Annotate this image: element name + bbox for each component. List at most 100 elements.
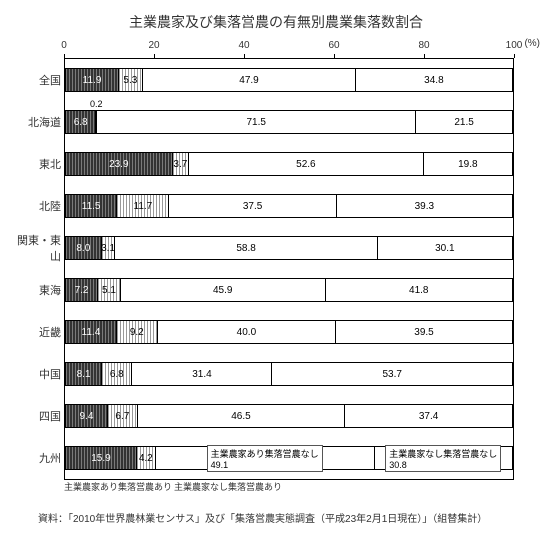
bar-segment: 5.1 [98, 279, 121, 301]
value-label: 37.5 [242, 201, 263, 212]
value-label: 5.1 [101, 285, 117, 296]
bar-segment: 11.9 [66, 69, 119, 91]
stacked-bar: 8.1 6.8 31.4 53.7 [65, 362, 513, 386]
row-label: 東北 [9, 156, 61, 172]
tick-label: 100 [506, 40, 523, 51]
value-label: 6.8 [109, 369, 125, 380]
bar-segment: 37.4 [345, 405, 512, 427]
value-label: 6.8 [73, 117, 89, 128]
stacked-bar: 8.0 3.1 58.8 30.1 [65, 236, 513, 260]
bar-segment: 6.7 [108, 405, 138, 427]
value-label: 11.5 [81, 201, 102, 212]
value-label: 71.5 [245, 117, 266, 128]
bar-segment: 3.7 [173, 153, 190, 175]
value-label: 6.7 [114, 411, 130, 422]
bar-segment: 34.8 [356, 69, 511, 91]
table-row: 九州15.94.2主業農家あり集落営農なし49.1主業農家なし集落営農なし30.… [65, 437, 513, 479]
bar-segment: 37.5 [169, 195, 336, 217]
bar-segment: 31.4 [132, 363, 272, 385]
value-label: 47.9 [238, 75, 259, 86]
value-label: 3.1 [100, 243, 116, 254]
row-label: 九州 [9, 450, 61, 466]
value-label: 主業農家あり集落営農なし49.1 [207, 445, 323, 472]
value-label: 主業農家なし集落営農なし30.8 [385, 445, 501, 472]
row-label: 四国 [9, 408, 61, 424]
bar-segment: 8.1 [66, 363, 102, 385]
value-label: 39.3 [414, 201, 435, 212]
value-label: 4.2 [138, 453, 154, 464]
tick-label: 60 [328, 40, 339, 51]
table-row: 中国8.16.831.453.7 [65, 353, 513, 395]
row-label: 全国 [9, 72, 61, 88]
stacked-bar: 11.9 5.3 47.9 34.8 [65, 68, 513, 92]
bar-segment: 5.3 [119, 69, 143, 91]
bar-segment: 21.5 [416, 111, 512, 133]
value-label: 11.4 [81, 327, 102, 338]
stacked-bar: 9.4 6.7 46.5 37.4 [65, 404, 513, 428]
tick-label: 20 [148, 40, 159, 51]
value-label: 11.9 [82, 75, 103, 86]
table-row: 全国11.95.347.934.8 [65, 59, 513, 101]
table-row: 東海7.25.145.941.8 [65, 269, 513, 311]
bar-segment: 3.1 [102, 237, 116, 259]
value-label: 7.2 [74, 285, 90, 296]
row-label: 中国 [9, 366, 61, 382]
tick-label: 40 [238, 40, 249, 51]
bar-segment: 47.9 [143, 69, 357, 91]
value-label: 34.8 [423, 75, 444, 86]
bar-segment: 45.9 [121, 279, 326, 301]
value-label: 0.2 [89, 99, 104, 109]
bar-segment: 15.9 [66, 447, 137, 469]
bar-segment: 46.5 [138, 405, 345, 427]
bar-segment: 23.9 [66, 153, 173, 175]
value-label: 53.7 [381, 369, 402, 380]
bar-segment: 7.2 [66, 279, 98, 301]
value-label: 40.0 [236, 327, 257, 338]
bars-container: 全国11.95.347.934.8北海道6.80.271.521.5東北23.9… [64, 59, 514, 480]
source-text: 資料：「2010年世界農林業センサス」及び「集落営農実態調査（平成23年2月1日… [38, 510, 544, 525]
unit-label: (%) [524, 38, 540, 49]
value-label: 41.8 [408, 285, 429, 296]
value-label: 5.3 [122, 75, 138, 86]
bar-segment: 40.0 [158, 321, 336, 343]
value-label: 45.9 [212, 285, 233, 296]
bar-segment: 主業農家あり集落営農なし49.1 [156, 447, 375, 469]
table-row: 近畿11.49.240.039.5 [65, 311, 513, 353]
bar-segment: 9.2 [117, 321, 158, 343]
bar-segment: 9.4 [66, 405, 108, 427]
value-label: 52.6 [295, 159, 316, 170]
value-label: 15.9 [90, 453, 111, 464]
value-label: 31.4 [191, 369, 212, 380]
stacked-bar: 15.9 4.2 主業農家あり集落営農なし49.1 主業農家なし集落営農なし30.8 [65, 446, 513, 470]
value-label: 39.5 [413, 327, 434, 338]
stacked-bar: 11.5 11.7 37.5 39.3 [65, 194, 513, 218]
value-label: 58.8 [235, 243, 256, 254]
bar-segment: 41.8 [326, 279, 512, 301]
value-label: 30.1 [434, 243, 455, 254]
row-label: 北陸 [9, 198, 61, 214]
bar-segment: 58.8 [115, 237, 377, 259]
value-label: 9.2 [129, 327, 145, 338]
value-label: 37.4 [418, 411, 439, 422]
value-label: 8.0 [75, 243, 91, 254]
value-label: 21.5 [453, 117, 474, 128]
tick-label: 0 [61, 40, 67, 51]
row-label: 関東・東山 [9, 232, 61, 264]
callout-series-1: 主業農家なし集落営農あり [174, 480, 282, 493]
value-label: 8.1 [76, 369, 92, 380]
bar-segment: 8.0 [66, 237, 102, 259]
bar-segment: 39.3 [337, 195, 512, 217]
bar-segment: 11.7 [117, 195, 169, 217]
row-label: 東海 [9, 282, 61, 298]
bar-segment: 6.8 [102, 363, 132, 385]
bar-segment: 39.5 [336, 321, 512, 343]
bar-segment: 主業農家なし集落営農なし30.8 [375, 447, 512, 469]
table-row: 東北23.93.752.619.8 [65, 143, 513, 185]
stacked-bar: 7.2 5.1 45.9 41.8 [65, 278, 513, 302]
row-label: 近畿 [9, 324, 61, 340]
bar-segment: 11.5 [66, 195, 117, 217]
stacked-bar: 23.93.752.619.8 [65, 152, 513, 176]
bar-segment: 52.6 [189, 153, 424, 175]
bar-segment: 30.1 [378, 237, 512, 259]
value-label: 9.4 [79, 411, 95, 422]
